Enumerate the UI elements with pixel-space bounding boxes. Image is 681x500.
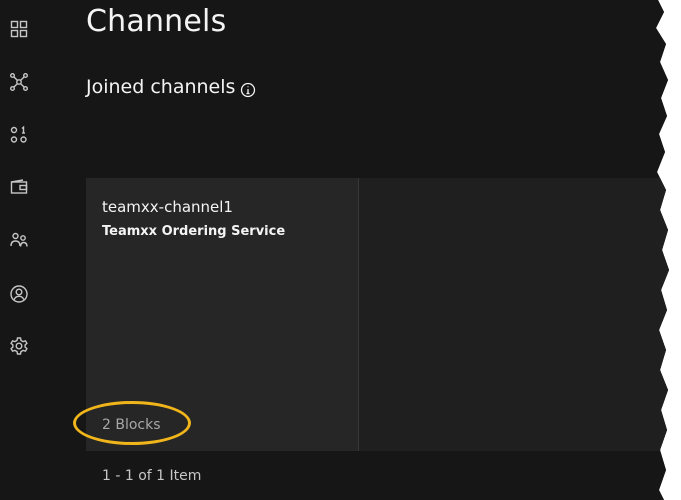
empty-tile-area (359, 178, 669, 451)
page-title: Channels (86, 4, 227, 39)
section-title: Joined channels (86, 76, 236, 98)
channel-tile-list: teamxx-channel1 Teamxx Ordering Service … (86, 178, 669, 451)
channel-name: teamxx-channel1 (102, 198, 233, 216)
users-icon[interactable] (9, 230, 29, 250)
profile-icon[interactable] (9, 284, 29, 304)
app-window: Channels Joined channels teamxx-channel1… (0, 0, 669, 500)
information-icon[interactable] (240, 82, 256, 98)
sidebar (0, 0, 38, 500)
page: Channels Joined channels teamxx-channel1… (0, 0, 681, 500)
pagination-text: 1 - 1 of 1 Item (102, 468, 202, 484)
block-count: 2 Blocks (102, 417, 161, 433)
main-content: Channels Joined channels teamxx-channel1… (38, 0, 669, 500)
organizations-icon[interactable] (9, 125, 29, 145)
channel-tile[interactable]: teamxx-channel1 Teamxx Ordering Service … (86, 178, 358, 451)
dashboard-icon[interactable] (9, 19, 29, 39)
wallet-icon[interactable] (9, 177, 29, 197)
network-icon[interactable] (9, 72, 29, 92)
ordering-service-name: Teamxx Ordering Service (102, 224, 286, 239)
settings-icon[interactable] (9, 336, 29, 356)
